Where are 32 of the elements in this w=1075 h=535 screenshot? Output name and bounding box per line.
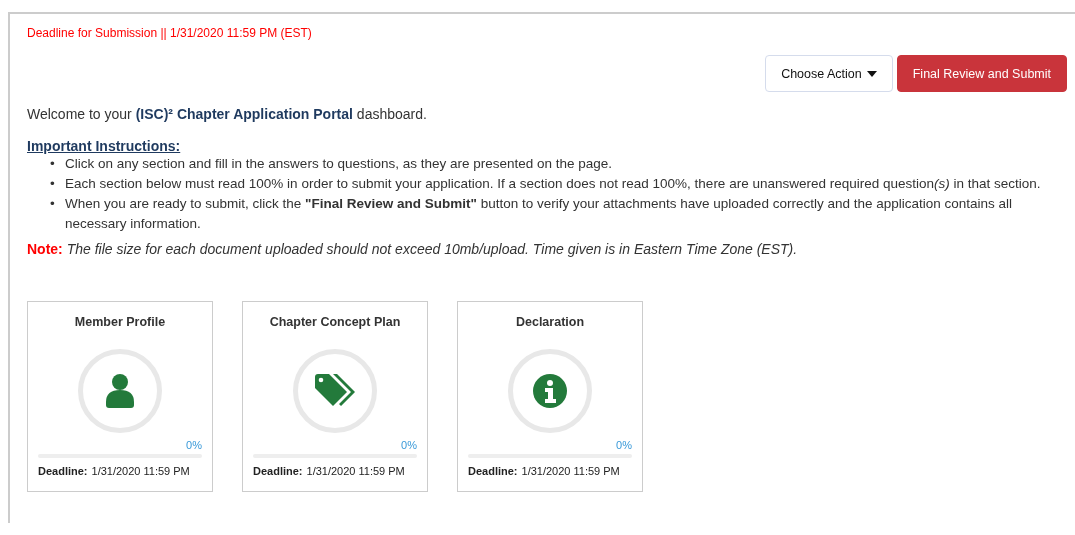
- caret-icon: [866, 70, 877, 77]
- progress-percent: 0%: [401, 439, 417, 451]
- submit-button[interactable]: Final Review and Submit: [896, 55, 1067, 92]
- deadline-text: Deadline for Submission || 1/31/2020 11:59 PM (EST): [27, 26, 313, 40]
- deadline-value: 1/31/2020 11:59 PM: [306, 465, 405, 477]
- bullet-marker: •: [50, 155, 56, 173]
- instruction-item: Click on any section and fill in the answers to questions, as they are presented on the page.: [65, 155, 613, 173]
- instruction-item: When you are ready to submit, click the "Final Review and Submit" button to verify your attachments have uploaded correctly and the application contains all necessary information.: [65, 195, 1014, 233]
- section-title: Chapter Concept Plan: [269, 315, 401, 329]
- deadline-label: Deadline:: [38, 465, 88, 477]
- welcome-text: Welcome to your (ISC)² Chapter Application Portal dashboard.: [27, 106, 428, 122]
- section-card[interactable]: Member Profile 0% Deadline: 1/31/2020 11:59 PM: [27, 301, 213, 492]
- tags-icon: [315, 374, 355, 408]
- instructions-heading: Important Instructions:: [27, 138, 182, 154]
- note-label: Note:: [27, 241, 63, 257]
- deadline-value: 1/31/2020 11:59 PM: [521, 465, 620, 477]
- progress-percent: 0%: [186, 439, 202, 451]
- info-icon: [533, 374, 567, 408]
- deadline-label: Deadline:: [468, 465, 518, 477]
- progress-percent: 0%: [616, 439, 632, 451]
- deadline-value: 1/31/2020 11:59 PM: [91, 465, 190, 477]
- choose-action-dropdown[interactable]: Choose Action: [765, 55, 893, 92]
- deadline-label: Deadline:: [253, 465, 303, 477]
- note-text: The file size for each document uploaded should not exceed 10mb/upload. Time given is in Eastern Time Zone (EST).: [66, 241, 798, 257]
- person-icon: [106, 374, 134, 408]
- bullet-marker: •: [50, 195, 56, 213]
- instruction-item: Each section below must read 100% in order to submit your application. If a section does not read 100%, there are unanswered required question(s) in that section.: [65, 175, 1041, 193]
- section-title: Declaration: [515, 315, 585, 329]
- section-card[interactable]: Declaration 0% Deadline: 1/31/2020 11:59 PM: [457, 301, 643, 492]
- section-card[interactable]: Chapter Concept Plan 0% Deadline: 1/31/2020 11:59 PM: [242, 301, 428, 492]
- section-title: Member Profile: [74, 315, 166, 329]
- bullet-marker: •: [50, 175, 56, 193]
